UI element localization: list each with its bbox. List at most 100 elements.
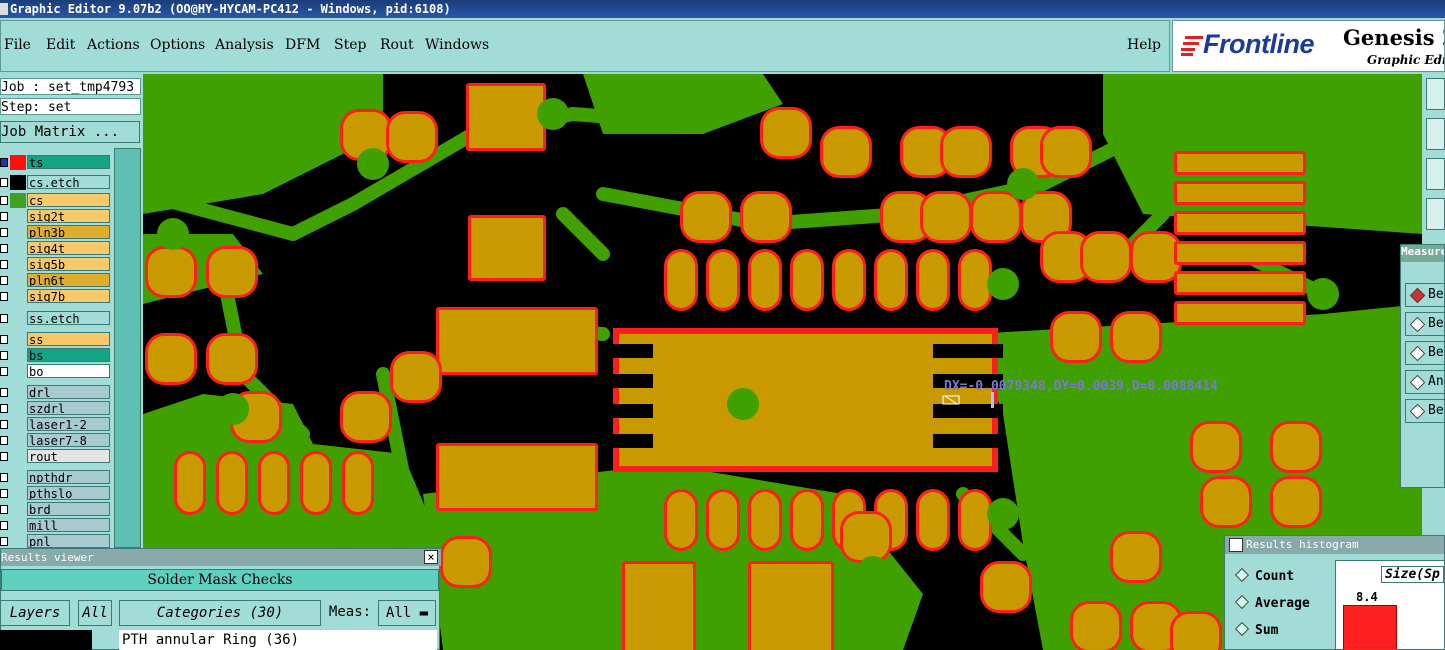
layer-row-laser7-8[interactable]: laser7-8: [0, 433, 112, 448]
layers-button[interactable]: Layers: [0, 600, 70, 626]
layer-row-sig5b[interactable]: sig5b: [0, 257, 112, 272]
layer-row-pln3b[interactable]: pln3b: [0, 225, 112, 240]
via: [1227, 88, 1259, 120]
pad: [709, 252, 737, 308]
layer-checkbox[interactable]: [0, 489, 8, 498]
tool-button[interactable]: [1426, 118, 1445, 150]
job-matrix-button[interactable]: Job Matrix ...: [0, 121, 140, 143]
size-selector[interactable]: Size(Sp: [1381, 566, 1444, 583]
measure-option[interactable]: Be: [1405, 399, 1444, 423]
layer-row-cs.etch[interactable]: cs.etch: [0, 175, 112, 190]
layer-color-swatch: [10, 289, 26, 304]
layer-checkbox[interactable]: [0, 212, 8, 221]
pad: [1273, 424, 1319, 470]
layer-checkbox[interactable]: [0, 537, 8, 546]
layer-checkbox[interactable]: [0, 436, 8, 445]
layer-checkbox[interactable]: [0, 473, 8, 482]
layers-all-button[interactable]: All: [78, 600, 112, 626]
meas-label: Meas:: [328, 604, 372, 620]
layer-checkbox[interactable]: [0, 420, 8, 429]
pad: [1177, 214, 1303, 232]
layer-row-npthdr[interactable]: npthdr: [0, 470, 112, 485]
layer-row-sig2t[interactable]: sig2t: [0, 209, 112, 224]
layer-row-sig4t[interactable]: sig4t: [0, 241, 112, 256]
tool-button[interactable]: [1426, 78, 1445, 110]
meas-dropdown[interactable]: All ▬: [378, 600, 436, 626]
pad: [1053, 314, 1099, 360]
menu-step[interactable]: Step: [334, 37, 366, 53]
right-toolbar: [1422, 74, 1445, 244]
layer-row-pnl[interactable]: pnl: [0, 534, 112, 549]
layer-row-ss[interactable]: ss: [0, 332, 112, 347]
layer-color-swatch: [10, 193, 26, 208]
layer-row-rout[interactable]: rout: [0, 449, 112, 464]
layer-row-pthslo[interactable]: pthslo: [0, 486, 112, 501]
histogram-sum-option[interactable]: Sum: [1234, 621, 1278, 638]
category-row[interactable]: PTH annular Ring (36): [119, 630, 437, 650]
layer-row-drl[interactable]: drl: [0, 385, 112, 400]
layer-row-pln6t[interactable]: pln6t: [0, 273, 112, 288]
layer-row-szdrl[interactable]: szdrl: [0, 401, 112, 416]
layer-name: sig7b: [27, 289, 110, 303]
layer-checkbox[interactable]: [0, 367, 8, 376]
layer-row-sig7b[interactable]: sig7b: [0, 289, 112, 304]
measure-option[interactable]: Be: [1405, 312, 1444, 336]
layer-checkbox[interactable]: [0, 158, 8, 167]
measure-option[interactable]: Be: [1405, 283, 1444, 307]
layer-row-laser1-2[interactable]: laser1-2: [0, 417, 112, 432]
pad: [1177, 184, 1303, 202]
layer-row-cs[interactable]: cs: [0, 193, 112, 208]
tool-button[interactable]: [1426, 158, 1445, 190]
layer-row-mill[interactable]: mill: [0, 518, 112, 533]
layer-checkbox[interactable]: [0, 452, 8, 461]
layer-checkbox[interactable]: [0, 244, 8, 253]
pad: [943, 129, 989, 175]
layer-checkbox[interactable]: [0, 335, 8, 344]
tool-button[interactable]: [1426, 198, 1445, 230]
layer-row-brd[interactable]: brd: [0, 502, 112, 517]
menu-options[interactable]: Options: [150, 37, 205, 53]
categories-button[interactable]: Categories (30): [119, 600, 321, 626]
layer-name: pnl: [27, 534, 110, 548]
layer-checkbox[interactable]: [0, 178, 8, 187]
layer-checkbox[interactable]: [0, 351, 8, 360]
layer-checkbox[interactable]: [0, 276, 8, 285]
step-name: Step: set: [0, 98, 141, 115]
layer-checkbox[interactable]: [0, 404, 8, 413]
close-icon[interactable]: [1229, 538, 1243, 552]
pad: [148, 249, 194, 295]
layer-checkbox[interactable]: [0, 314, 8, 323]
via: [857, 556, 889, 588]
menu-rout[interactable]: Rout: [380, 37, 414, 53]
layer-row-bs[interactable]: bs: [0, 348, 112, 363]
layer-row-ss.etch[interactable]: ss.etch: [0, 311, 112, 326]
menu-dfm[interactable]: DFM: [285, 37, 320, 53]
layer-checkbox[interactable]: [0, 292, 8, 301]
histogram-average-option[interactable]: Average: [1234, 594, 1310, 611]
menu-help[interactable]: Help: [1127, 37, 1161, 53]
menu-windows[interactable]: Windows: [425, 37, 489, 53]
layer-checkbox[interactable]: [0, 521, 8, 530]
histogram-count-option[interactable]: Count: [1234, 567, 1294, 584]
layer-row-ts[interactable]: ts: [0, 155, 112, 170]
layer-checkbox[interactable]: [0, 388, 8, 397]
layers-list-row[interactable]: [0, 630, 92, 650]
menu-edit[interactable]: Edit: [46, 37, 75, 53]
pad: [961, 492, 989, 548]
layer-list-scrollbar[interactable]: [114, 148, 141, 548]
menu-actions[interactable]: Actions: [87, 37, 140, 53]
layer-checkbox[interactable]: [0, 196, 8, 205]
via: [217, 393, 249, 425]
layer-checkbox[interactable]: [0, 260, 8, 269]
histogram-title: Results histogram: [1225, 536, 1444, 554]
layer-checkbox[interactable]: [0, 505, 8, 514]
layer-row-bo[interactable]: bo: [0, 364, 112, 379]
menu-analysis[interactable]: Analysis: [215, 37, 274, 53]
histogram-bar[interactable]: [1343, 605, 1397, 649]
measure-option[interactable]: Be: [1405, 341, 1444, 365]
trace: [1136, 387, 1210, 411]
menu-file[interactable]: File: [4, 37, 31, 53]
layer-checkbox[interactable]: [0, 228, 8, 237]
close-icon[interactable]: ×: [424, 550, 438, 564]
measure-option[interactable]: An: [1405, 370, 1444, 394]
